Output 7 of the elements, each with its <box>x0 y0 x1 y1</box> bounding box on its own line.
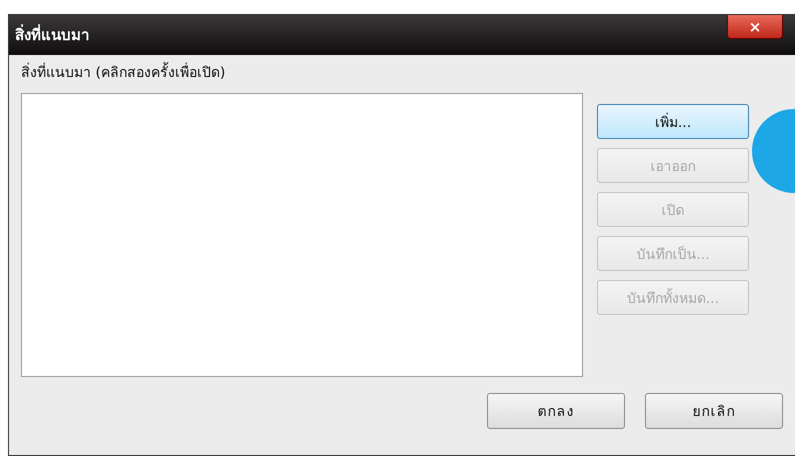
side-button[interactable]: เพิ่ม... <box>597 104 749 139</box>
ok-button[interactable]: ตกลง <box>487 393 625 429</box>
window-title: สิ่งที่แนบมา <box>15 23 89 46</box>
attachment-list[interactable] <box>21 93 583 377</box>
cancel-button[interactable]: ยกเลิก <box>645 393 783 429</box>
list-label: สิ่งที่แนบมา (คลิกสองครั้งเพื่อเปิด) <box>21 63 795 83</box>
close-button[interactable]: × <box>727 15 783 39</box>
